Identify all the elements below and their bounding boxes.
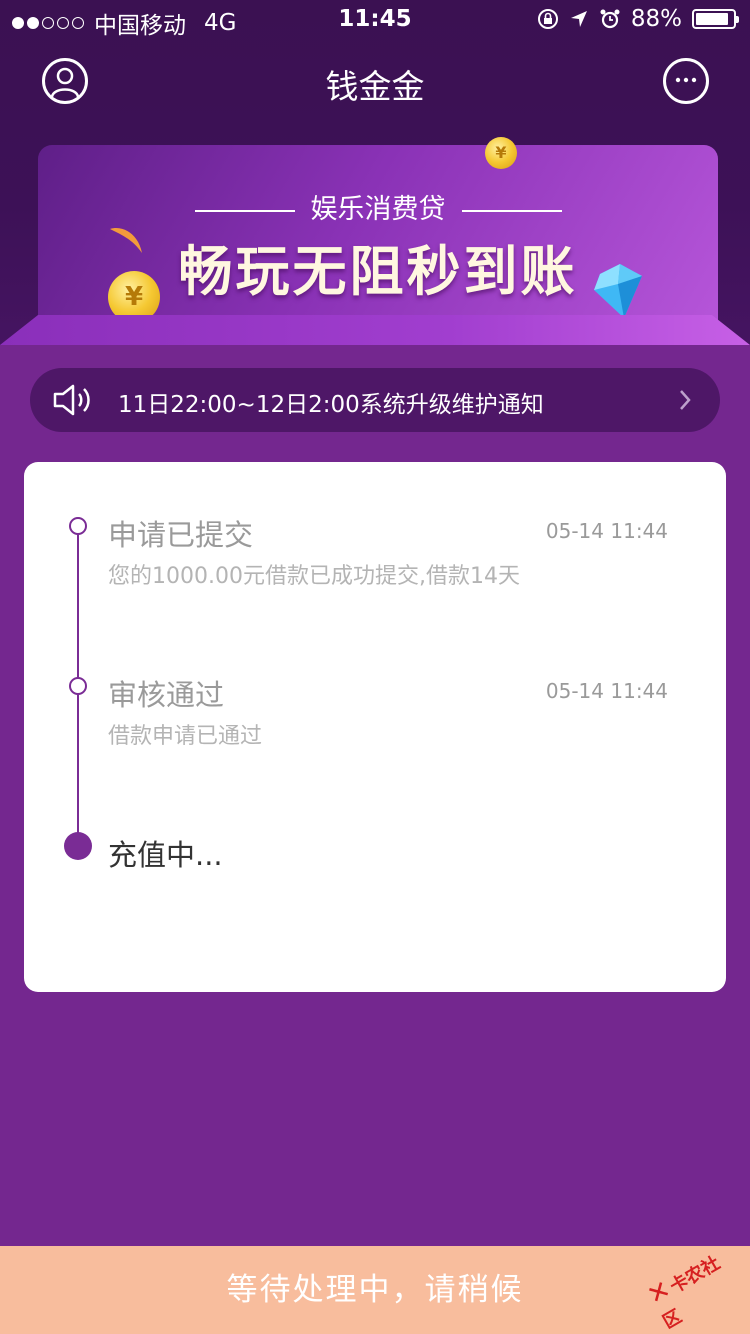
timeline-node-active — [64, 832, 92, 860]
battery-percent: 88% — [630, 6, 682, 32]
status-bar: 中国移动 4G 11:45 88% — [0, 0, 750, 40]
progress-card: 申请已提交 05-14 11:44 您的1000.00元借款已成功提交,借款14… — [24, 462, 726, 992]
timeline-node — [69, 677, 87, 695]
chevron-right-icon — [680, 390, 691, 410]
rotation-lock-icon — [537, 9, 558, 29]
maintenance-notice[interactable]: 11日22:00~12日2:00系统升级维护通知 — [30, 368, 720, 432]
status-bar-bottom: 等待处理中，请稍候 — [0, 1246, 750, 1334]
divider — [461, 209, 562, 212]
step-time: 05-14 11:44 — [545, 519, 668, 543]
diamond-icon — [594, 264, 642, 318]
nav-bar: 钱金金 — [0, 40, 750, 120]
step-title: 申请已提交 — [108, 518, 254, 552]
alarm-icon — [600, 9, 620, 29]
banner-subtitle: 娱乐消费贷 — [310, 194, 446, 225]
message-button[interactable] — [663, 58, 709, 104]
page-title: 钱金金 — [325, 67, 425, 106]
divider — [194, 209, 295, 212]
step-time: 05-14 11:44 — [545, 679, 668, 703]
status-right: 88% — [537, 6, 739, 32]
battery-icon — [692, 9, 739, 29]
location-arrow-icon — [570, 11, 587, 27]
step-desc: 您的1000.00元借款已成功提交,借款14天 — [108, 564, 520, 589]
banner-ledge — [0, 315, 750, 345]
banner-subtitle-row: 娱乐消费贷 — [38, 187, 718, 226]
step-title-active: 充值中... — [108, 838, 223, 872]
step-title: 审核通过 — [108, 678, 225, 712]
timeline-node — [69, 517, 87, 535]
speaker-icon — [53, 384, 90, 416]
notice-text: 11日22:00~12日2:00系统升级维护通知 — [118, 392, 544, 418]
coin-icon: ¥ — [485, 137, 517, 169]
step-desc: 借款申请已通过 — [108, 724, 263, 749]
chat-icon — [675, 77, 697, 83]
